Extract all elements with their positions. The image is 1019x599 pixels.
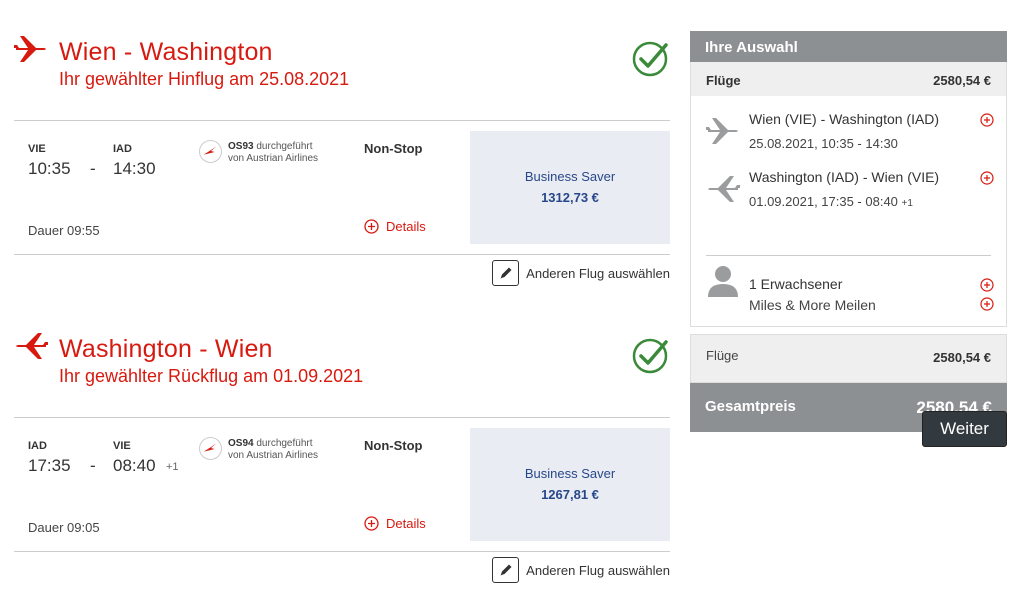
- divider: [706, 255, 991, 256]
- check-circle-icon: [632, 41, 668, 77]
- stops-label: Non-Stop: [364, 141, 423, 156]
- fare-price: 1312,73 €: [541, 190, 599, 205]
- continue-button[interactable]: Weiter: [922, 411, 1007, 447]
- flight-number: OS94: [228, 438, 254, 449]
- expand-plus-icon[interactable]: [980, 171, 994, 185]
- operated-by-label: durchgeführt: [256, 141, 313, 152]
- inbound-date-line: 01.09.2021, 17:35 - 08:40 +1: [749, 194, 913, 209]
- change-flight-label: Anderen Flug auswählen: [526, 562, 670, 578]
- flight-number: OS93: [228, 141, 254, 152]
- inbound-flight-row: IAD VIE 17:35 - 08:40 +1 OS94 durchgefüh…: [14, 418, 670, 551]
- outbound-title: Wien - Washington: [59, 38, 273, 66]
- divider: [14, 254, 670, 255]
- arrival-time: 14:30: [113, 159, 156, 178]
- arrival-airport: VIE: [113, 440, 131, 452]
- airline-name: von Austrian Airlines: [228, 153, 319, 164]
- arrival-time: 08:40: [113, 456, 156, 475]
- details-label: Details: [386, 219, 426, 234]
- fare-price: 1267,81 €: [541, 487, 599, 502]
- subtotal-value: 2580,54 €: [933, 350, 991, 365]
- stops-label: Non-Stop: [364, 438, 423, 453]
- austrian-airlines-logo-icon: [199, 140, 222, 163]
- subtotal-label: Flüge: [706, 348, 739, 363]
- divider: [14, 551, 670, 552]
- fare-option[interactable]: Business Saver 1312,73 €: [470, 131, 670, 244]
- austrian-airlines-logo-icon: [199, 437, 222, 460]
- edit-pencil-icon: [492, 557, 520, 583]
- fare-option[interactable]: Business Saver 1267,81 €: [470, 428, 670, 541]
- outbound-flight-row: VIE IAD 10:35 - 14:30 OS93 durchgeführt …: [14, 121, 670, 254]
- airline-name: von Austrian Airlines: [228, 450, 319, 461]
- time-separator: -: [90, 456, 96, 475]
- details-label: Details: [386, 516, 426, 531]
- outbound-route: Wien (VIE) - Washington (IAD): [749, 111, 940, 127]
- miles-row: Miles & More Meilen: [691, 290, 1006, 326]
- fare-name: Business Saver: [524, 466, 616, 481]
- flights-total: 2580,54 €: [933, 73, 991, 88]
- summary-header: Ihre Auswahl: [690, 31, 1007, 62]
- inbound-title: Washington - Wien: [59, 335, 273, 363]
- plane-icon: [706, 118, 738, 144]
- inbound-header: Washington - Wien Ihr gewählter Rückflug…: [14, 331, 670, 417]
- flight-duration: Dauer 09:55: [28, 223, 100, 238]
- inbound-subtitle: Ihr gewählter Rückflug am 01.09.2021: [59, 366, 364, 386]
- departure-plane-icon: [14, 36, 46, 62]
- summary-flights-header: Flüge 2580,54 €: [691, 62, 1006, 96]
- time-separator: -: [90, 159, 96, 178]
- airline-info: OS93 durchgeführt von Austrian Airlines: [228, 141, 318, 165]
- details-link[interactable]: Details: [364, 219, 426, 234]
- departure-airport: IAD: [28, 440, 47, 452]
- details-link[interactable]: Details: [364, 516, 426, 531]
- inbound-flight-section: Washington - Wien Ihr gewählter Rückflug…: [14, 331, 670, 583]
- plane-icon: [708, 176, 740, 202]
- day-offset: +1: [901, 198, 913, 209]
- departure-airport: VIE: [28, 143, 46, 155]
- miles-label: Miles & More Meilen: [749, 297, 876, 313]
- summary-items: Wien (VIE) - Washington (IAD) 25.08.2021…: [691, 96, 1006, 297]
- departure-time: 17:35: [28, 456, 71, 475]
- flights-label: Flüge: [706, 73, 741, 88]
- outbound-subtitle: Ihr gewählter Hinflug am 25.08.2021: [59, 69, 350, 89]
- arrival-airport: IAD: [113, 143, 132, 155]
- check-circle-icon: [632, 338, 668, 374]
- inbound-route: Washington (IAD) - Wien (VIE): [749, 169, 940, 185]
- return-plane-icon: [16, 333, 48, 359]
- change-flight-label: Anderen Flug auswählen: [526, 265, 670, 281]
- total-label: Gesamtpreis: [705, 398, 796, 415]
- outbound-flight-section: Wien - Washington Ihr gewählter Hinflug …: [14, 34, 670, 286]
- flight-duration: Dauer 09:05: [28, 520, 100, 535]
- plus-circle-icon: [364, 219, 379, 234]
- operated-by-label: durchgeführt: [256, 438, 313, 449]
- change-inbound-flight-button[interactable]: Anderen Flug auswählen: [492, 557, 670, 583]
- day-offset: +1: [166, 461, 179, 473]
- subtotal-row: Flüge 2580,54 €: [690, 334, 1007, 383]
- summary-flights-box: Flüge 2580,54 € Wien (VIE) - Washington …: [690, 62, 1007, 327]
- expand-plus-icon[interactable]: [980, 297, 994, 311]
- inbound-date: 01.09.2021, 17:35 - 08:40: [749, 194, 898, 209]
- airline-info: OS94 durchgeführt von Austrian Airlines: [228, 438, 318, 462]
- change-outbound-flight-button[interactable]: Anderen Flug auswählen: [492, 260, 670, 286]
- fare-name: Business Saver: [524, 169, 616, 184]
- plus-circle-icon: [364, 516, 379, 531]
- outbound-header: Wien - Washington Ihr gewählter Hinflug …: [14, 34, 670, 120]
- departure-time: 10:35: [28, 159, 71, 178]
- outbound-date: 25.08.2021, 10:35 - 14:30: [749, 136, 898, 151]
- selection-summary: Ihre Auswahl Flüge 2580,54 € Wien (VIE) …: [690, 31, 1007, 432]
- edit-pencil-icon: [492, 260, 520, 286]
- expand-plus-icon[interactable]: [980, 113, 994, 127]
